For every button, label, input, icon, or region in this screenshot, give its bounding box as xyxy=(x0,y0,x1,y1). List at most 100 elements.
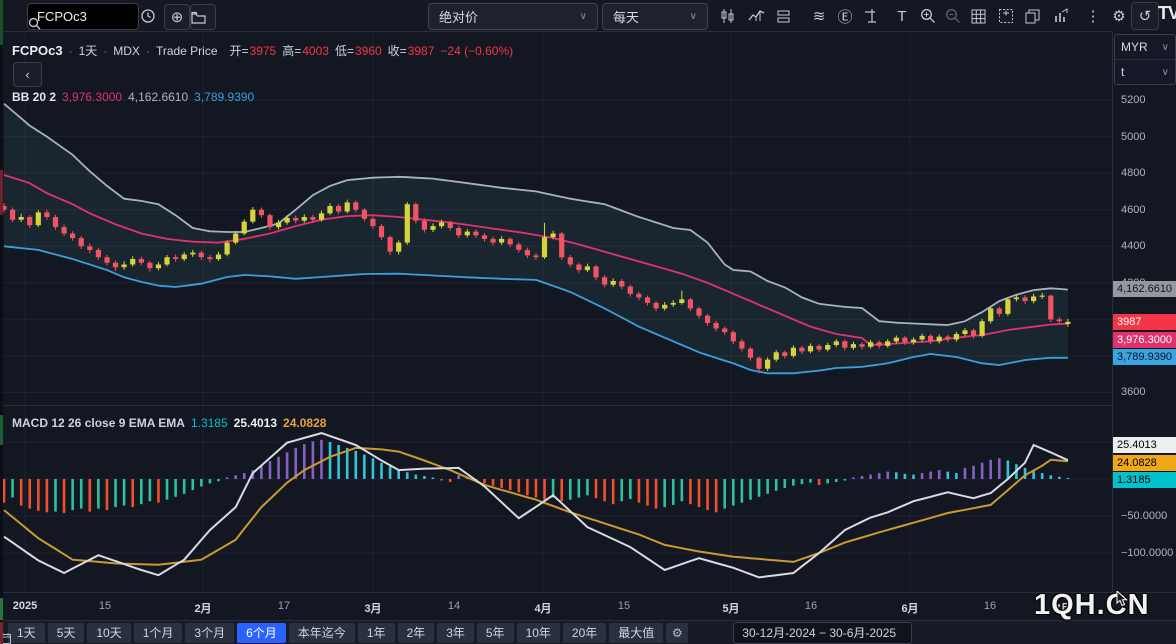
unit-selector[interactable]: t ∨ xyxy=(1115,60,1175,84)
range-button-3年[interactable]: 3年 xyxy=(437,623,474,643)
settings-icon[interactable]: ⚙ xyxy=(1107,4,1131,28)
symbol-search-input[interactable]: FCPOc3 xyxy=(27,3,139,30)
price-label-badge: 24.0828 xyxy=(1113,455,1176,471)
change-value: −24 (−0.60%) xyxy=(440,44,513,58)
high-label: 高= xyxy=(282,42,301,59)
high-value: 4003 xyxy=(302,44,329,58)
interval-value: 每天 xyxy=(613,7,639,26)
collapse-left-panel-button[interactable]: ‹ xyxy=(13,62,42,87)
open-value: 3975 xyxy=(250,44,277,58)
measure-icon[interactable] xyxy=(863,4,887,28)
time-axis[interactable]: 2025152月173月144月155月166月167月 xyxy=(0,592,1176,621)
low-label: 低= xyxy=(335,42,354,59)
price-label-badge: 25.4013 xyxy=(1113,437,1176,453)
time-tick-label: 15 xyxy=(99,600,111,612)
time-tick-label: 6月 xyxy=(901,600,918,616)
candle-style-icon[interactable] xyxy=(720,4,744,28)
undo-icon[interactable]: ↺ xyxy=(1131,2,1159,30)
price-label-badge: 3987 xyxy=(1113,314,1176,330)
snapshot-icon[interactable] xyxy=(998,4,1022,28)
currency-label: MYR xyxy=(1121,40,1148,54)
currency-unit-box[interactable]: MYR ∨ t ∨ xyxy=(1114,34,1176,85)
site-watermark: 1QH.CN xyxy=(1034,589,1150,622)
more-icon[interactable]: ⋮ xyxy=(1081,4,1105,28)
price-label-badge: 1.3185 xyxy=(1113,472,1176,488)
macd-pane[interactable] xyxy=(0,405,1113,592)
axis-tick-label: 4800 xyxy=(1121,167,1145,179)
range-button-1个月[interactable]: 1个月 xyxy=(134,623,183,643)
zoom-out-icon[interactable] xyxy=(945,4,969,28)
tradingview-logo: TV xyxy=(1158,3,1176,24)
range-button-10年[interactable]: 10年 xyxy=(517,623,560,643)
macd-legend[interactable]: MACD 12 26 close 9 EMA EMA 1.3185 25.401… xyxy=(12,416,326,430)
chevron-down-icon: ∨ xyxy=(690,11,697,22)
bb-title: BB 20 2 xyxy=(12,90,56,104)
axis-tick-label: 5200 xyxy=(1121,94,1145,106)
axis-tick-label: 3600 xyxy=(1121,386,1145,398)
bb-lower-value: 3,789.9390 xyxy=(194,90,254,104)
time-tick-label: 17 xyxy=(278,600,290,612)
text-tool-icon[interactable]: T xyxy=(890,4,914,28)
axis-tick-label: 5000 xyxy=(1121,131,1145,143)
add-circle-icon[interactable]: ⊕ xyxy=(164,4,190,30)
range-button-1年[interactable]: 1年 xyxy=(358,623,395,643)
clock-icon[interactable] xyxy=(140,4,164,28)
wave-icon[interactable]: ≋ xyxy=(807,4,831,28)
legend-series-type: Trade Price xyxy=(156,44,218,58)
price-scale-axis[interactable]: MYR ∨ t ∨ 5200500048004600440042003600−5… xyxy=(1113,31,1176,592)
time-tick-label: 4月 xyxy=(534,600,551,616)
axis-tick-label: 4400 xyxy=(1121,240,1145,252)
range-button-6个月[interactable]: 6个月 xyxy=(237,623,286,643)
stats-icon[interactable] xyxy=(1053,4,1077,28)
range-button-最大值[interactable]: 最大值 xyxy=(609,623,663,643)
currency-selector[interactable]: MYR ∨ xyxy=(1115,35,1175,59)
open-label: 开= xyxy=(230,42,249,59)
range-button-10天[interactable]: 10天 xyxy=(87,623,130,643)
folder-icon[interactable] xyxy=(190,4,216,30)
grid-layout-icon[interactable] xyxy=(971,4,995,28)
layers-icon[interactable] xyxy=(776,4,800,28)
bb-legend[interactable]: BB 20 2 3,976.3000 4,162.6610 3,789.9390 xyxy=(12,90,254,104)
interval-dropdown[interactable]: 每天 ∨ xyxy=(602,3,708,30)
legend-interval: 1天 xyxy=(79,42,98,59)
range-button-20年[interactable]: 20年 xyxy=(563,623,606,643)
mouse-cursor xyxy=(1116,591,1130,607)
symbol-text: FCPOc3 xyxy=(28,9,131,24)
unit-label: t xyxy=(1121,65,1124,79)
range-settings-gear-icon[interactable]: ⚙ xyxy=(666,623,688,643)
indicator-line-icon[interactable] xyxy=(748,4,772,28)
macd-hist-value: 1.3185 xyxy=(191,416,228,430)
close-value: 3987 xyxy=(408,44,435,58)
range-button-2年[interactable]: 2年 xyxy=(398,623,435,643)
price-label-badge: 3,789.9390 xyxy=(1113,349,1176,365)
macd-signal-value: 24.0828 xyxy=(283,416,326,430)
price-mode-dropdown[interactable]: 绝对价 ∨ xyxy=(428,3,598,30)
close-label: 收= xyxy=(388,42,407,59)
range-toolbar: 1天5天10天1个月3个月6个月本年迄今1年2年3年5年10年20年最大值⚙ 30… xyxy=(0,620,1176,644)
date-range-picker[interactable]: 30-12月-2024 − 30-6月-2025 xyxy=(733,622,912,644)
time-tick-label: 2月 xyxy=(194,600,211,616)
time-tick-label: 16 xyxy=(805,600,817,612)
time-tick-label: 16 xyxy=(984,600,996,612)
date-range-text: 30-12月-2024 − 30-6月-2025 xyxy=(742,624,896,641)
range-button-5天[interactable]: 5天 xyxy=(48,623,85,643)
time-tick-label: 5月 xyxy=(722,600,739,616)
chevron-down-icon: ∨ xyxy=(1162,67,1169,78)
e-circle-icon[interactable]: Ⓔ xyxy=(833,4,857,28)
price-mode-value: 绝对价 xyxy=(439,7,478,26)
axis-tick-label: −100.0000 xyxy=(1121,547,1173,559)
copy-window-icon[interactable] xyxy=(1025,4,1049,28)
time-tick-label: 2025 xyxy=(13,600,37,612)
range-button-3个月[interactable]: 3个月 xyxy=(185,623,234,643)
low-value: 3960 xyxy=(355,44,382,58)
chevron-down-icon: ∨ xyxy=(580,11,587,22)
range-button-5年[interactable]: 5年 xyxy=(477,623,514,643)
zoom-in-icon[interactable] xyxy=(920,4,944,28)
macd-title: MACD 12 26 close 9 EMA EMA xyxy=(12,416,185,430)
range-button-1天[interactable]: 1天 xyxy=(8,623,45,643)
range-button-本年迄今[interactable]: 本年迄今 xyxy=(289,623,355,643)
price-chart-pane[interactable] xyxy=(0,31,1113,405)
series-legend[interactable]: FCPOc3 · 1天 · MDX · Trade Price 开=3975 高… xyxy=(12,42,513,59)
price-label-badge: 4,162.6610 xyxy=(1113,281,1176,297)
macd-line-value: 25.4013 xyxy=(234,416,277,430)
